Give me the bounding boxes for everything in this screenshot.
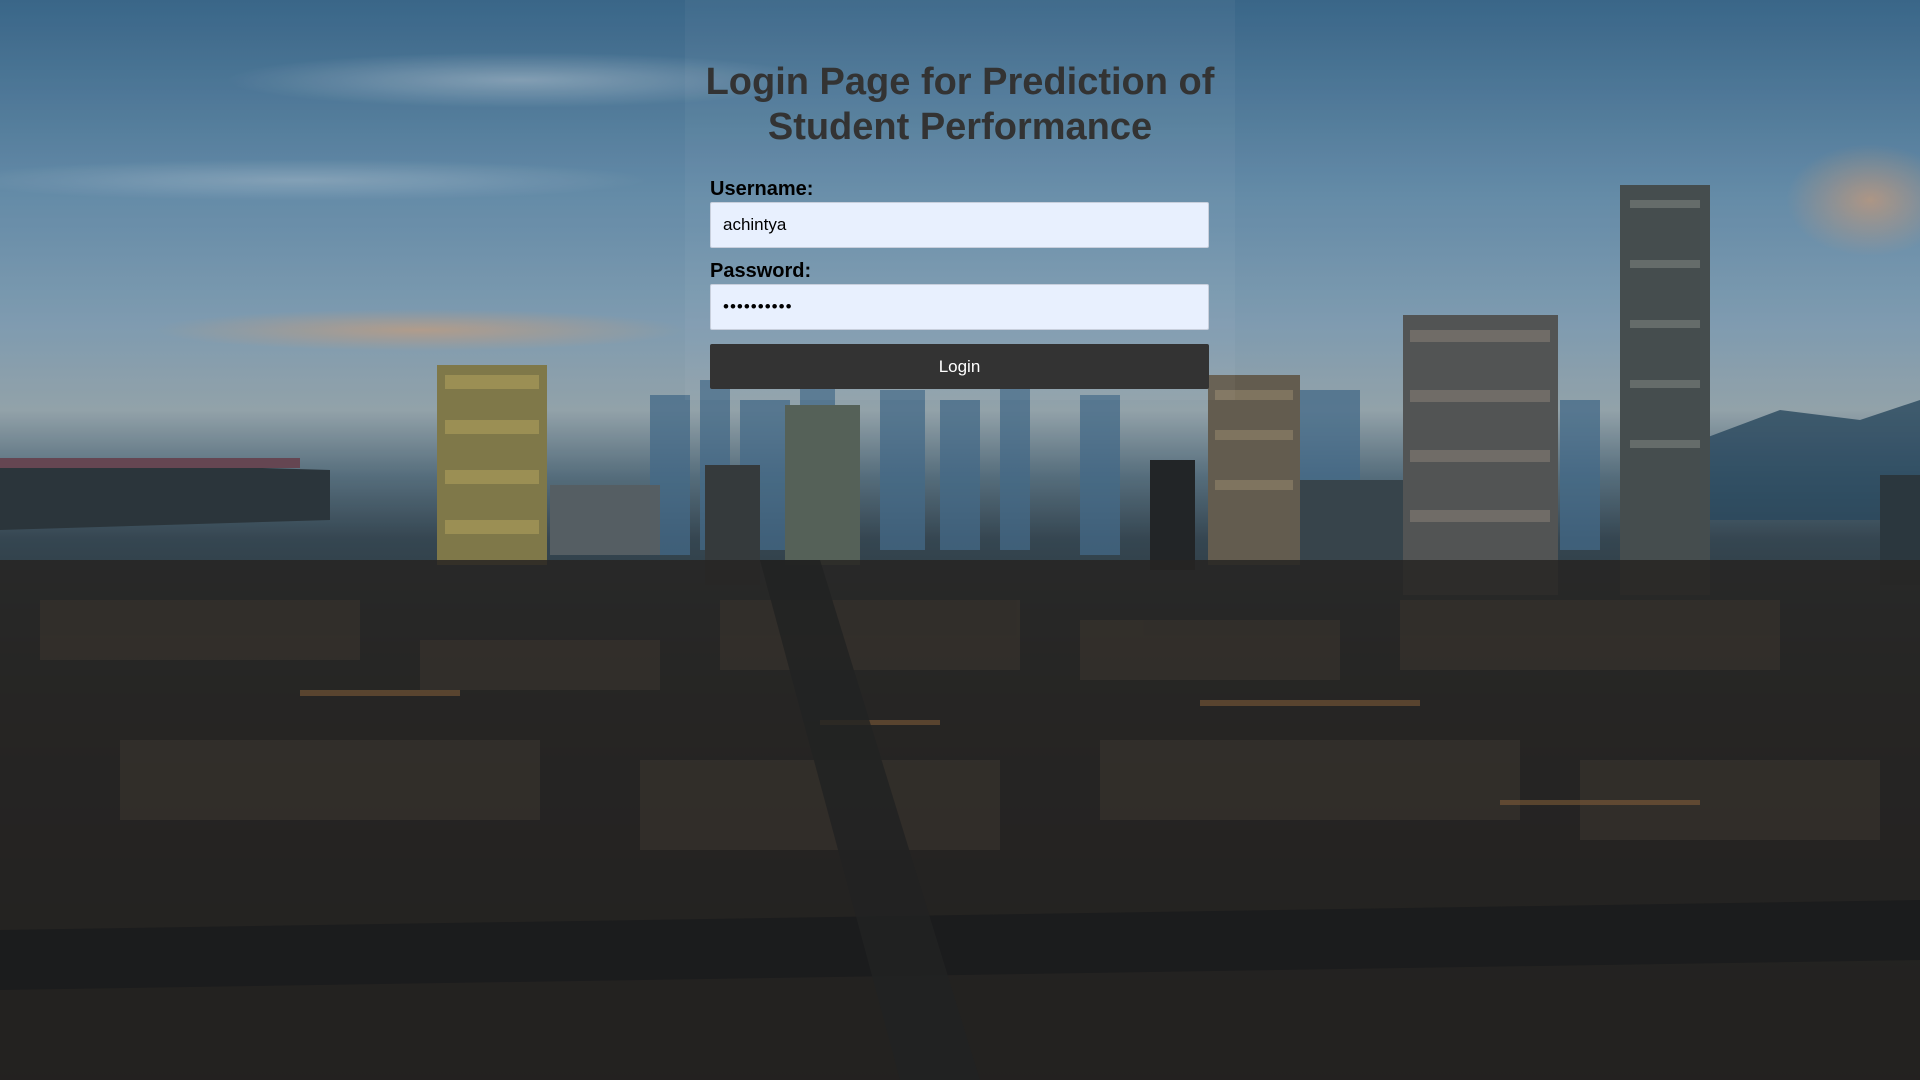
page-title: Login Page for Prediction of Student Per… — [705, 61, 1215, 148]
login-button[interactable]: Login — [710, 344, 1209, 389]
password-input[interactable] — [710, 284, 1209, 330]
username-label: Username: — [710, 178, 814, 200]
username-input[interactable] — [710, 202, 1209, 248]
password-label: Password: — [710, 260, 812, 282]
